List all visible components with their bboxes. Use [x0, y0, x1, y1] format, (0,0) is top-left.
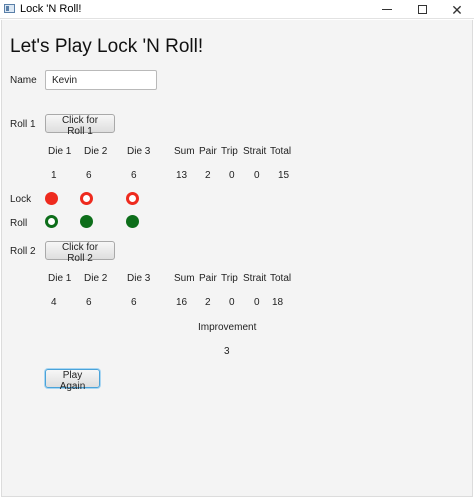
roll2-header-pair: Pair: [199, 273, 217, 284]
roll-row-label: Roll: [10, 218, 28, 229]
roll2-header-total: Total: [270, 273, 292, 284]
roll1-trip-value: 0: [229, 170, 235, 181]
roll1-sum-value: 13: [176, 170, 188, 181]
roll1-header-total: Total: [270, 146, 292, 157]
roll2-header-die1: Die 1: [48, 273, 72, 284]
window-title: Lock 'N Roll!: [20, 3, 82, 15]
roll2-header-die2: Die 2: [84, 273, 108, 284]
roll2-sum-value: 16: [176, 297, 188, 308]
roll1-label: Roll 1: [10, 119, 36, 130]
minimize-icon[interactable]: [370, 0, 404, 19]
roll-die1-radio[interactable]: [45, 215, 58, 228]
roll2-button[interactable]: Click for Roll 2: [45, 241, 115, 264]
roll2-strait-value: 0: [254, 297, 260, 308]
lock-die1-radio[interactable]: [45, 192, 58, 205]
roll1-die1-value: 1: [51, 170, 57, 181]
title-bar: Lock 'N Roll! ✕: [0, 0, 474, 19]
roll2-header-die3: Die 3: [127, 273, 151, 284]
roll2-die2-value: 6: [86, 297, 92, 308]
roll2-pair-value: 2: [205, 297, 211, 308]
maximize-icon[interactable]: [405, 0, 439, 19]
play-again-button[interactable]: Play Again: [45, 369, 100, 392]
roll2-trip-value: 0: [229, 297, 235, 308]
roll1-pair-value: 2: [205, 170, 211, 181]
page-title: Let's Play Lock 'N Roll!: [10, 36, 204, 57]
name-label: Name: [10, 75, 37, 86]
roll1-total-value: 15: [278, 170, 290, 181]
lock-die2-radio[interactable]: [80, 192, 93, 205]
roll1-header-die3: Die 3: [127, 146, 151, 157]
roll2-header-sum: Sum: [174, 273, 195, 284]
roll2-header-trip: Trip: [221, 273, 238, 284]
close-icon[interactable]: ✕: [440, 0, 474, 19]
roll-die3-radio[interactable]: [126, 215, 139, 228]
improvement-value: 3: [224, 346, 230, 357]
roll-die2-radio[interactable]: [80, 215, 93, 228]
roll2-total-value: 18: [272, 297, 284, 308]
roll1-button[interactable]: Click for Roll 1: [45, 114, 115, 137]
app-window-icon: [4, 4, 15, 13]
lock-row-label: Lock: [10, 194, 32, 205]
roll2-header-strait: Strait: [243, 273, 267, 284]
roll1-strait-value: 0: [254, 170, 260, 181]
roll1-die3-value: 6: [131, 170, 137, 181]
roll2-label: Roll 2: [10, 246, 36, 257]
roll1-header-die1: Die 1: [48, 146, 72, 157]
roll1-die2-value: 6: [86, 170, 92, 181]
roll1-header-pair: Pair: [199, 146, 217, 157]
roll1-header-trip: Trip: [221, 146, 238, 157]
roll1-header-strait: Strait: [243, 146, 267, 157]
improvement-label: Improvement: [198, 322, 257, 333]
roll1-header-die2: Die 2: [84, 146, 108, 157]
name-input[interactable]: [45, 70, 157, 90]
lock-die3-radio[interactable]: [126, 192, 139, 205]
roll2-die3-value: 6: [131, 297, 137, 308]
roll1-header-sum: Sum: [174, 146, 195, 157]
roll2-die1-value: 4: [51, 297, 57, 308]
